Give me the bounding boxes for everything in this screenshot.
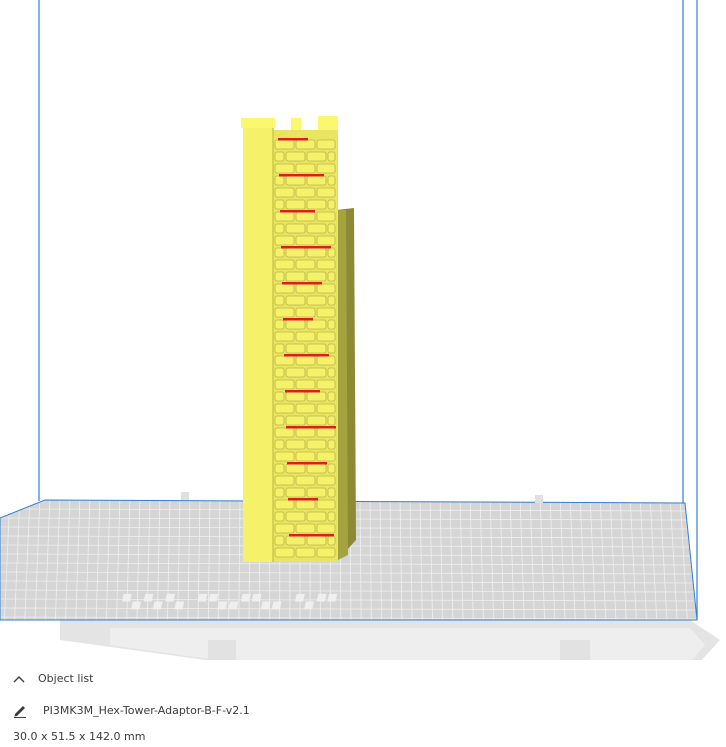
pencil-icon[interactable] [12, 702, 28, 718]
object-dimensions-row: 30.0 x 51.5 x 142.0 mm [13, 730, 145, 743]
object-list-panel: Object list PI3MK3M_Hex-Tower-Adaptor-B-… [0, 664, 726, 747]
plate-base [60, 620, 720, 660]
object-list-label: Object list [38, 672, 94, 685]
object-dimensions: 30.0 x 51.5 x 142.0 mm [13, 730, 146, 743]
build-plate: ▀▄▀▄▀▄ ▀▀▄▄▀▀▄▄ ▀▄▀▀ [0, 492, 698, 621]
object-row[interactable]: PI3MK3M_Hex-Tower-Adaptor-B-F-v2.1 [12, 702, 250, 718]
3d-viewport[interactable]: ▀▄▀▄▀▄ ▀▀▄▄▀▀▄▄ ▀▄▀▀ [0, 0, 726, 660]
plate-emboss: ▀▄▀▄▀▄ ▀▀▄▄▀▀▄▄ ▀▄▀▀ [119, 593, 340, 610]
object-list-header[interactable]: Object list [12, 672, 93, 685]
chevron-up-icon[interactable] [12, 673, 26, 685]
object-name: PI3MK3M_Hex-Tower-Adaptor-B-F-v2.1 [43, 703, 250, 717]
tower-model[interactable] [241, 116, 356, 562]
